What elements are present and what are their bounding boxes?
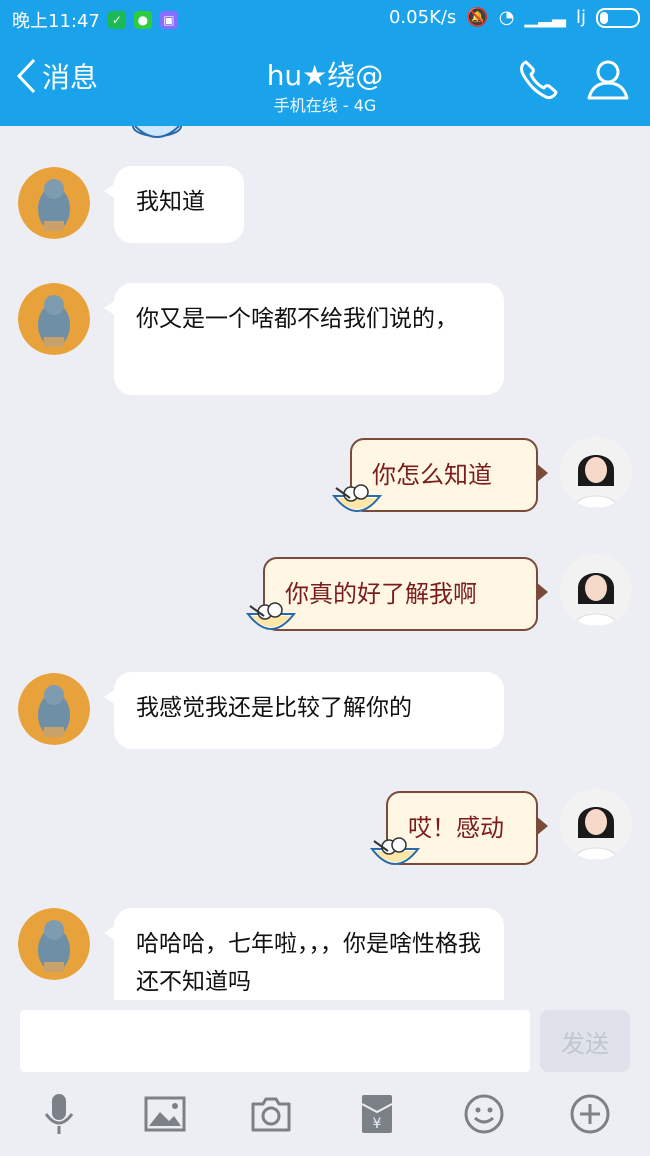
bowl-sticker-icon bbox=[369, 837, 421, 865]
battery-icon bbox=[596, 7, 640, 28]
emoji-icon[interactable] bbox=[462, 1092, 506, 1136]
bowl-sticker-icon bbox=[331, 484, 383, 512]
message-list[interactable]: 我知道 你又是一个啥都不给我们说的， 你怎么知道 你真的好了解我啊 我感觉我还是… bbox=[0, 126, 650, 1000]
message-text: 你又是一个啥都不给我们说的， bbox=[136, 306, 458, 332]
message-text: 哎！感动 bbox=[408, 814, 504, 842]
chat-header: 消息 hu★绕@ 手机在线 - 4G bbox=[0, 36, 650, 126]
image-icon[interactable] bbox=[143, 1092, 187, 1136]
message-bubble[interactable]: 我知道 bbox=[104, 166, 244, 243]
send-button[interactable]: 发送 bbox=[540, 1010, 630, 1072]
my-avatar[interactable] bbox=[560, 436, 632, 508]
friend-avatar[interactable] bbox=[18, 908, 90, 980]
friend-avatar[interactable] bbox=[18, 673, 90, 745]
input-toolbar: ¥ bbox=[0, 1092, 650, 1152]
wechat-icon: ● bbox=[133, 11, 152, 29]
message-bubble[interactable]: 你又是一个啥都不给我们说的， bbox=[104, 283, 504, 395]
my-avatar[interactable] bbox=[560, 788, 632, 860]
svg-text:¥: ¥ bbox=[373, 1116, 382, 1132]
input-area: 发送 ¥ bbox=[0, 1000, 650, 1156]
message-text: 我感觉我还是比较了解你的 bbox=[136, 695, 412, 721]
friend-avatar[interactable] bbox=[18, 167, 90, 239]
shield-icon: ✓ bbox=[107, 11, 126, 29]
camera-icon[interactable] bbox=[249, 1092, 293, 1136]
status-time: 晚上11:47 bbox=[12, 11, 100, 32]
friend-avatar-image bbox=[18, 673, 90, 745]
net-speed: 0.05K/s bbox=[388, 7, 457, 28]
message-bubble[interactable]: 你真的好了解我啊 bbox=[263, 557, 548, 631]
message-input[interactable] bbox=[20, 1010, 530, 1072]
app-icon: ▣ bbox=[159, 11, 178, 29]
signal-icon: ▁▂▃ bbox=[524, 7, 566, 28]
message-bubble[interactable]: 我感觉我还是比较了解你的 bbox=[104, 672, 504, 749]
message-text: 你真的好了解我啊 bbox=[285, 580, 477, 608]
bowl-sticker-icon bbox=[245, 602, 297, 630]
phone-icon[interactable] bbox=[514, 56, 562, 104]
bowl-sticker-icon bbox=[132, 126, 182, 138]
friend-avatar[interactable] bbox=[18, 283, 90, 355]
friend-avatar-image bbox=[18, 908, 90, 980]
carrier-label: lj bbox=[575, 7, 586, 28]
my-avatar-image bbox=[560, 436, 632, 508]
message-text: 我知道 bbox=[136, 189, 205, 215]
mute-icon: 🔕 bbox=[466, 7, 489, 28]
friend-avatar-image bbox=[18, 167, 90, 239]
my-avatar[interactable] bbox=[560, 554, 632, 626]
red-packet-icon[interactable]: ¥ bbox=[355, 1092, 399, 1136]
message-text: 你怎么知道 bbox=[372, 461, 492, 489]
plus-icon[interactable] bbox=[568, 1092, 612, 1136]
wifi-icon: ◔ bbox=[498, 7, 515, 28]
microphone-icon[interactable] bbox=[37, 1092, 81, 1136]
message-text: 哈哈哈，七年啦，，，你是啥性格我还不知道吗 bbox=[136, 931, 481, 995]
my-avatar-image bbox=[560, 554, 632, 626]
message-bubble[interactable]: 哈哈哈，七年啦，，，你是啥性格我还不知道吗 bbox=[104, 908, 504, 1000]
status-bar: 晚上11:47 ✓ ● ▣ 0.05K/s 🔕 ◔ ▁▂▃ lj bbox=[0, 0, 650, 36]
my-avatar-image bbox=[560, 788, 632, 860]
friend-avatar-image bbox=[18, 283, 90, 355]
profile-icon[interactable] bbox=[584, 56, 632, 104]
